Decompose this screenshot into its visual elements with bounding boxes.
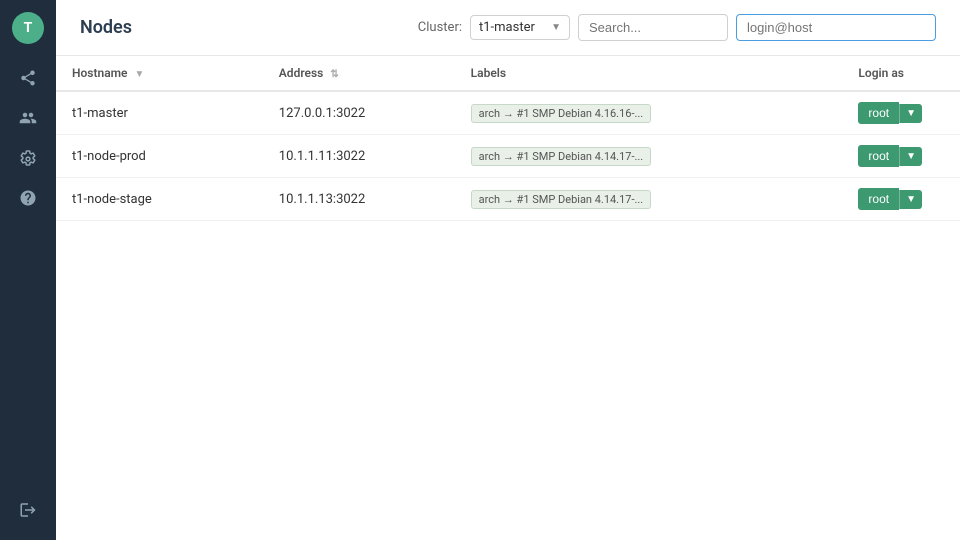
cell-loginas: root ▼ [842, 178, 960, 221]
root-login-dropdown[interactable]: ▼ [899, 190, 922, 209]
col-header-labels: Labels [455, 56, 843, 91]
nodes-table: Hostname ▼ Address ⇅ Labels Login as t1-… [56, 56, 960, 221]
sort-icon: ⇅ [330, 69, 338, 80]
sidebar-item-settings[interactable] [10, 140, 46, 176]
root-login-button[interactable]: root [858, 145, 899, 167]
sidebar-item-logout[interactable] [10, 492, 46, 528]
root-login-dropdown[interactable]: ▼ [899, 104, 922, 123]
label-badge: arch → #1 SMP Debian 4.14.17-... [471, 147, 652, 166]
cell-address: 127.0.0.1:3022 [263, 91, 455, 135]
root-login-button[interactable]: root [858, 102, 899, 124]
sort-icon: ▼ [135, 69, 145, 80]
cell-loginas: root ▼ [842, 91, 960, 135]
col-header-address[interactable]: Address ⇅ [263, 56, 455, 91]
chevron-down-icon: ▼ [551, 22, 561, 33]
main-content: Nodes Cluster: t1-master ▼ Hostname ▼ A [56, 0, 960, 540]
page-header: Nodes Cluster: t1-master ▼ [56, 0, 960, 56]
sidebar-item-share[interactable] [10, 60, 46, 96]
login-host-input[interactable] [736, 14, 936, 41]
user-avatar[interactable]: T [12, 12, 44, 44]
sidebar-item-users[interactable] [10, 100, 46, 136]
cluster-selector: Cluster: t1-master ▼ [418, 14, 936, 41]
cell-loginas: root ▼ [842, 135, 960, 178]
cluster-label: Cluster: [418, 20, 462, 35]
label-badge: arch → #1 SMP Debian 4.16.16-... [471, 104, 652, 123]
table-row: t1-master 127.0.0.1:3022 arch → #1 SMP D… [56, 91, 960, 135]
col-header-loginas: Login as [842, 56, 960, 91]
cell-labels: arch → #1 SMP Debian 4.14.17-... [455, 178, 843, 221]
table-header-row: Hostname ▼ Address ⇅ Labels Login as [56, 56, 960, 91]
sidebar: T [0, 0, 56, 540]
root-login-button[interactable]: root [858, 188, 899, 210]
table-row: t1-node-stage 10.1.1.13:3022 arch → #1 S… [56, 178, 960, 221]
sidebar-item-help[interactable] [10, 180, 46, 216]
cell-labels: arch → #1 SMP Debian 4.14.17-... [455, 135, 843, 178]
cell-labels: arch → #1 SMP Debian 4.16.16-... [455, 91, 843, 135]
cell-hostname: t1-node-stage [56, 178, 263, 221]
nodes-table-container: Hostname ▼ Address ⇅ Labels Login as t1-… [56, 56, 960, 540]
cluster-dropdown[interactable]: t1-master ▼ [470, 15, 570, 40]
table-row: t1-node-prod 10.1.1.11:3022 arch → #1 SM… [56, 135, 960, 178]
col-header-hostname[interactable]: Hostname ▼ [56, 56, 263, 91]
cell-hostname: t1-master [56, 91, 263, 135]
cell-address: 10.1.1.13:3022 [263, 178, 455, 221]
page-title: Nodes [80, 17, 132, 38]
cluster-value: t1-master [479, 20, 535, 35]
root-login-dropdown[interactable]: ▼ [899, 147, 922, 166]
cell-hostname: t1-node-prod [56, 135, 263, 178]
label-badge: arch → #1 SMP Debian 4.14.17-... [471, 190, 652, 209]
search-input[interactable] [578, 14, 728, 41]
cell-address: 10.1.1.11:3022 [263, 135, 455, 178]
